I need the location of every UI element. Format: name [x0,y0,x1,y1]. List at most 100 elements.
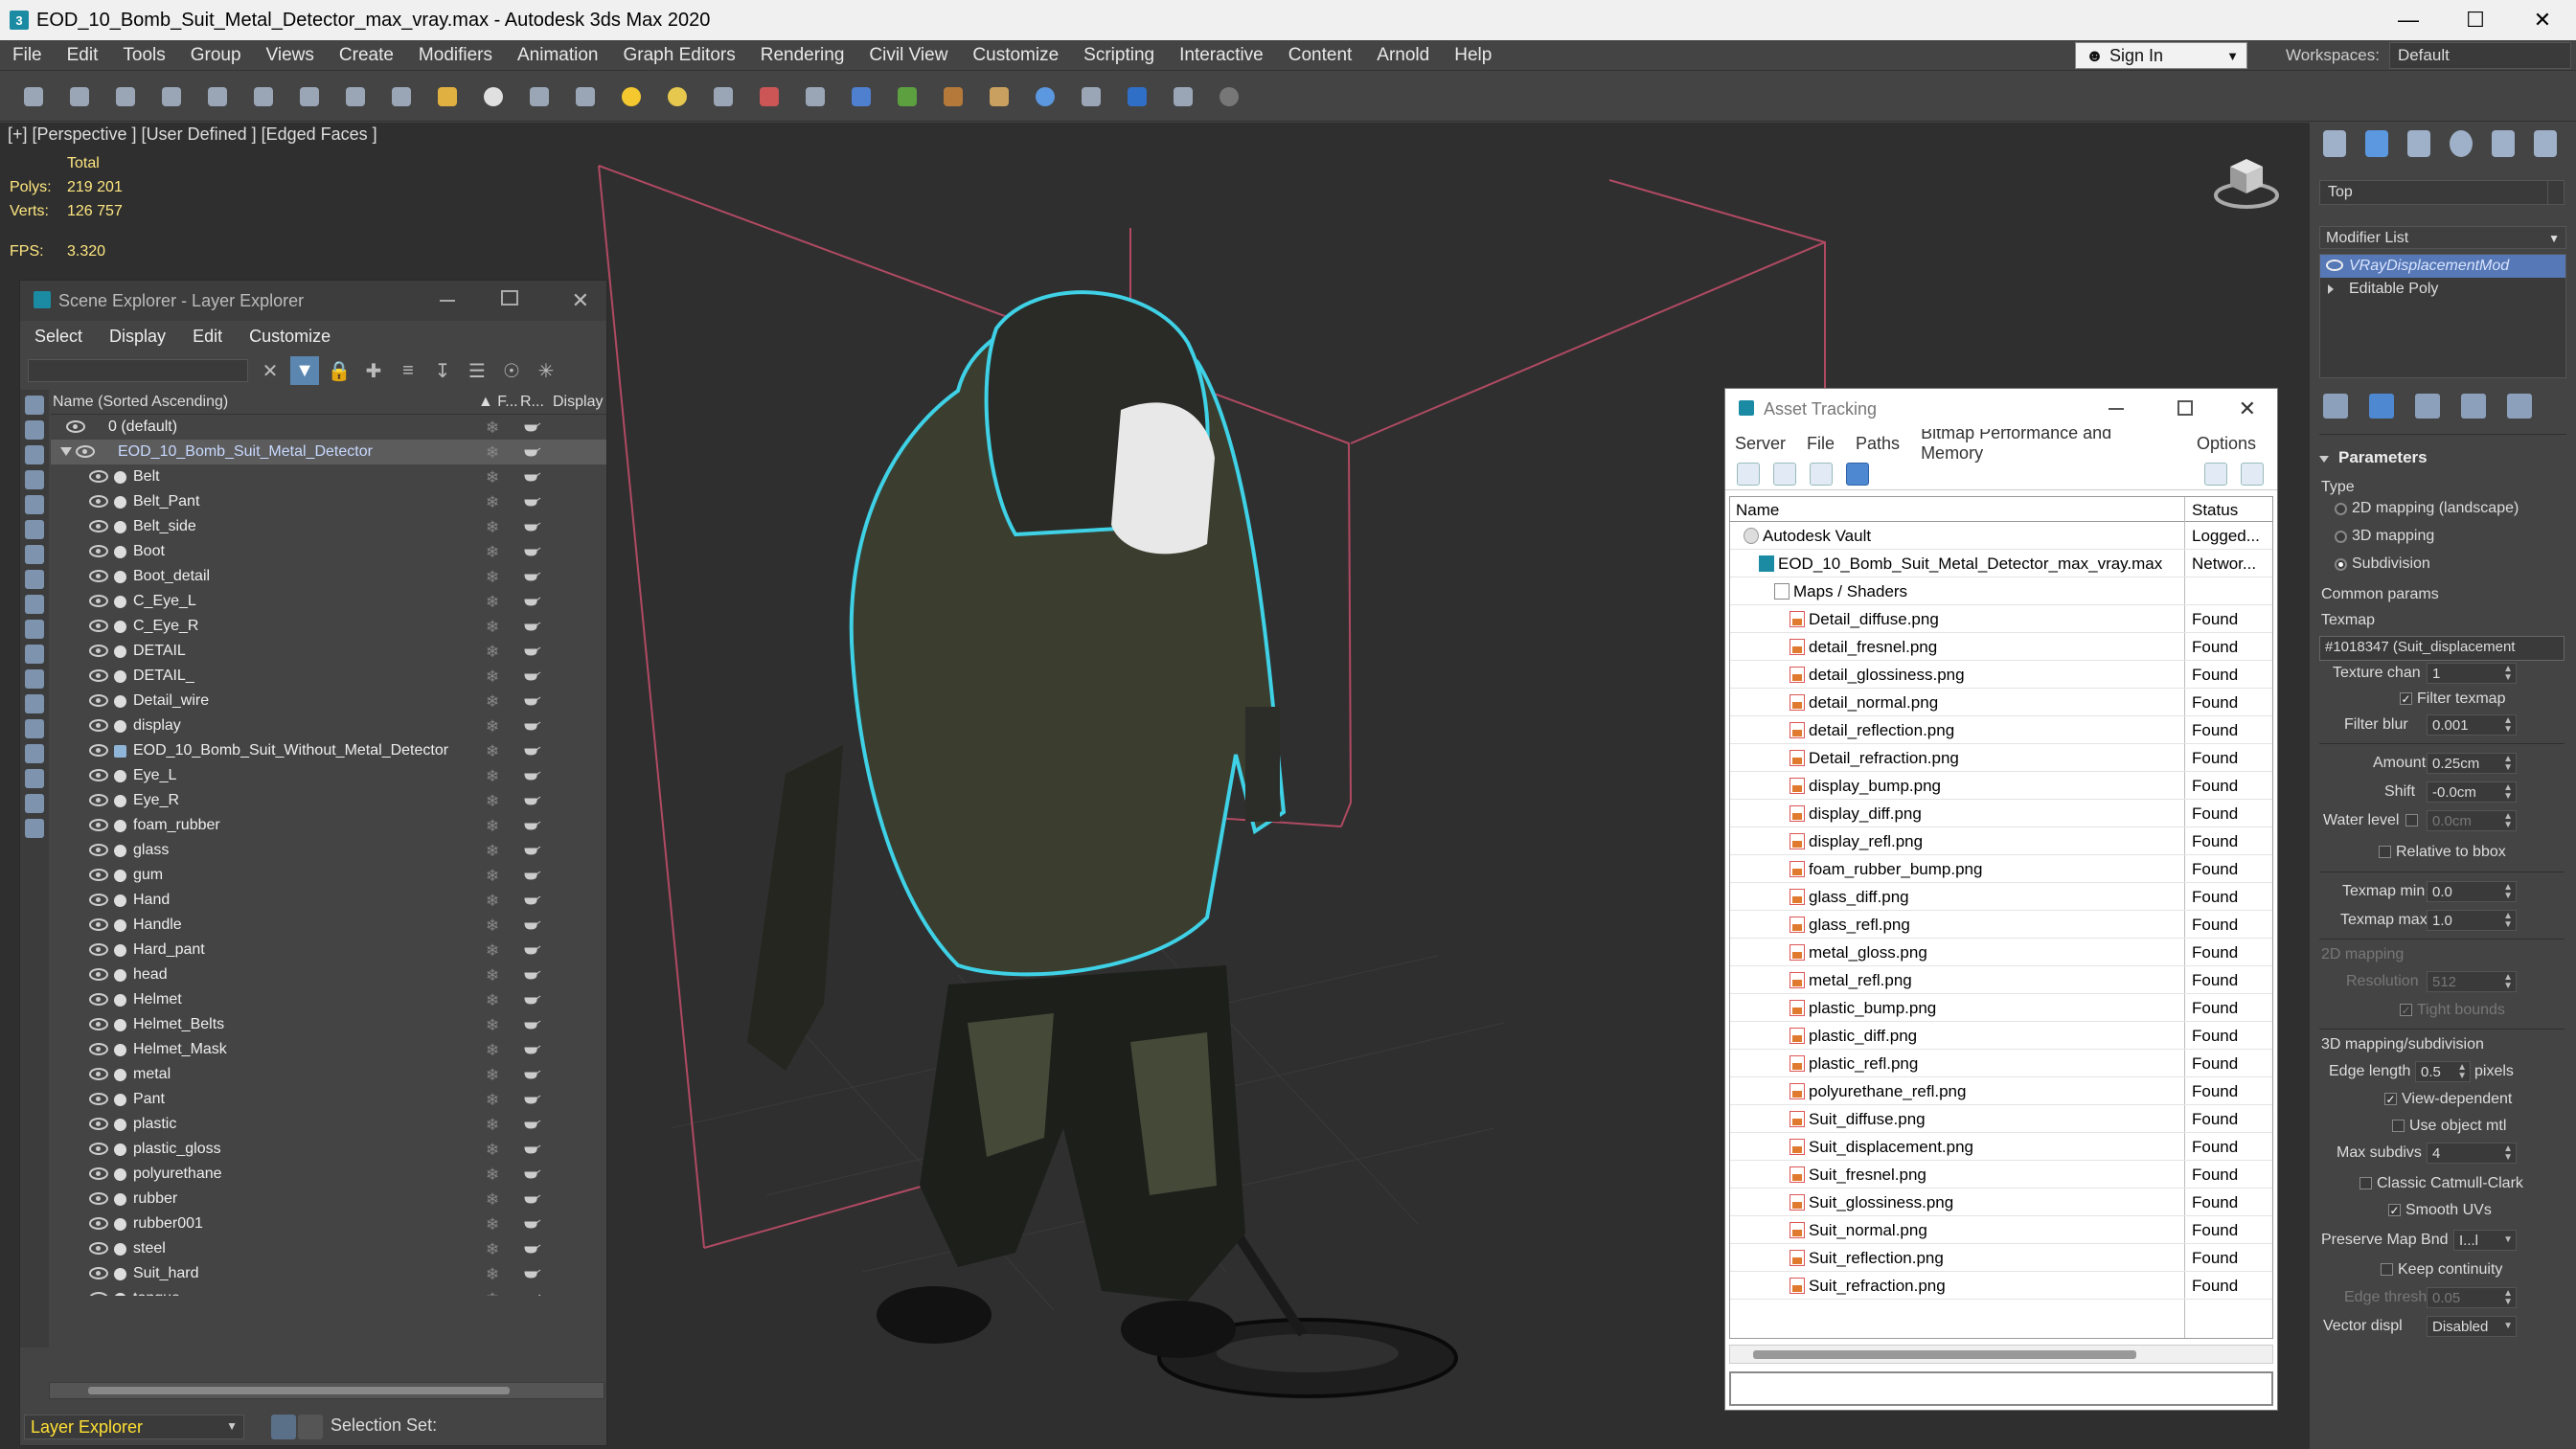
smooth-uvs-checkbox[interactable]: ✓ [2388,1204,2401,1216]
freeze-icon[interactable]: ❄ [486,1091,499,1110]
freeze-icon[interactable]: ❄ [486,593,499,612]
visibility-eye-icon[interactable] [89,1242,108,1255]
select-children-icon[interactable] [25,794,44,813]
layer-row[interactable]: Eye_R ❄ [51,788,606,813]
visibility-eye-icon[interactable] [89,869,108,881]
freeze-icon[interactable]: ❄ [486,767,499,786]
layer-row[interactable]: metal ❄ [51,1062,606,1087]
render-teapot-icon[interactable] [522,668,541,682]
render-teapot-icon[interactable] [522,743,541,757]
edge-length-spinner[interactable]: 0.5 ▲ ▼ [2415,1061,2471,1082]
water-level-checkbox[interactable] [2405,814,2418,826]
display-helpers-icon[interactable] [25,520,44,539]
tree-view-icon[interactable] [1810,462,1833,486]
snap-toggle-icon[interactable] [707,80,740,113]
menu-group[interactable]: Group [178,40,254,71]
use-object-mtl-checkbox[interactable] [2392,1120,2405,1132]
keep-continuity-checkbox[interactable] [2381,1263,2393,1276]
asset-path-field[interactable] [1729,1371,2273,1406]
freeze-icon[interactable]: ❄ [486,443,499,463]
menu-views[interactable]: Views [254,40,327,71]
render-teapot-icon[interactable] [522,644,541,657]
modify-tab-icon[interactable] [2365,130,2388,157]
column-name[interactable]: Name (Sorted Ascending) [53,394,228,411]
asset-row[interactable]: Detail_refraction.png Found [1730,744,2272,772]
asset-row[interactable]: Autodesk Vault Logged... [1730,522,2272,550]
menu-modifiers[interactable]: Modifiers [406,40,505,71]
visibility-eye-icon[interactable] [89,719,108,732]
horizontal-scrollbar[interactable] [49,1382,604,1399]
render-teapot-icon[interactable] [522,1291,541,1296]
create-layer-icon[interactable]: ✚ [359,356,388,385]
asset-row[interactable]: display_diff.png Found [1730,800,2272,827]
asset-menu-bitmap[interactable]: Bitmap Performance and Memory [1921,423,2176,464]
configure-modifier-sets-icon[interactable] [2507,394,2532,419]
menu-tools[interactable]: Tools [110,40,177,71]
asset-row[interactable]: detail_reflection.png Found [1730,716,2272,744]
preserve-map-bnd-dropdown[interactable]: I...l ▼ [2453,1230,2517,1251]
visibility-eye-icon[interactable] [89,520,108,532]
filter-icon[interactable]: ▼ [290,356,319,385]
relative-bbox-checkbox[interactable] [2379,846,2391,858]
asset-row[interactable]: Suit_fresnel.png Found [1730,1161,2272,1189]
visibility-eye-icon[interactable] [89,1267,108,1279]
refresh-icon[interactable] [1737,462,1760,486]
freeze-icon[interactable]: ❄ [486,1116,499,1135]
layer-row[interactable]: C_Eye_L ❄ [51,589,606,614]
asset-row[interactable]: metal_gloss.png Found [1730,939,2272,966]
freeze-icon[interactable]: ❄ [486,419,499,438]
asset-menu-options[interactable]: Options [2197,434,2256,454]
render-teapot-icon[interactable] [522,992,541,1006]
expand-triangle-icon[interactable] [60,447,72,456]
asset-row[interactable]: display_bump.png Found [1730,772,2272,800]
asset-row[interactable]: EOD_10_Bomb_Suit_Metal_Detector_max_vray… [1730,550,2272,577]
asset-row[interactable]: polyurethane_refl.png Found [1730,1077,2272,1105]
maximize-icon[interactable] [2177,400,2193,416]
parameters-rollout-title[interactable]: Parameters [2319,448,2566,475]
asset-row[interactable]: plastic_refl.png Found [1730,1050,2272,1077]
layer-row[interactable]: Boot_detail ❄ [51,564,606,589]
hierarchy-icon[interactable] [298,1415,323,1439]
viewport-label[interactable]: [+] [Perspective ] [User Defined ] [Edge… [8,125,377,145]
display-tab-icon[interactable] [2492,130,2515,157]
render-teapot-icon[interactable] [522,1166,541,1180]
visibility-eye-icon[interactable] [89,819,108,831]
layer-row[interactable]: plastic ❄ [51,1112,606,1137]
display-geometry-icon[interactable] [25,420,44,440]
visibility-eye-icon[interactable] [89,1043,108,1055]
layer-row[interactable]: DETAIL ❄ [51,639,606,664]
visibility-eye-icon[interactable] [89,769,108,781]
layer-row[interactable]: Hard_pant ❄ [51,938,606,962]
visibility-eye-icon[interactable] [89,993,108,1006]
close-icon[interactable]: ✕ [572,288,589,313]
mirror-icon[interactable] [937,80,969,113]
freeze-icon[interactable]: ❄ [486,717,499,736]
menu-graph-editors[interactable]: Graph Editors [611,40,748,71]
freeze-icon[interactable]: ❄ [486,917,499,936]
display-spacewarps-icon[interactable] [25,545,44,564]
help-icon[interactable] [1213,80,1245,113]
type-subdivision-radio[interactable] [2335,558,2347,571]
scene-explorer-header[interactable]: Scene Explorer - Layer Explorer ✕ [20,281,606,321]
layer-row[interactable]: C_Eye_R ❄ [51,614,606,639]
visibility-eye-icon[interactable] [89,894,108,906]
layer-row[interactable]: Suit_hard ❄ [51,1261,606,1286]
asset-row[interactable]: plastic_bump.png Found [1730,994,2272,1022]
menu-arnold[interactable]: Arnold [1364,40,1442,71]
render-teapot-icon[interactable] [522,544,541,557]
close-icon[interactable]: ✕ [2239,396,2256,421]
filter-texmap-checkbox[interactable]: ✓ [2400,692,2412,705]
freeze-icon[interactable]: ❄ [486,493,499,512]
asset-row[interactable]: plastic_diff.png Found [1730,1022,2272,1050]
maximize-icon[interactable] [501,290,518,306]
visibility-eye-icon[interactable] [89,495,108,508]
visibility-eye-icon[interactable] [89,669,108,682]
freeze-icon[interactable]: ❄ [486,1215,499,1234]
visibility-eye-icon[interactable] [89,470,108,483]
layer-row[interactable]: gum ❄ [51,863,606,888]
sign-in-dropdown[interactable]: ☻ Sign In ▼ [2075,42,2247,69]
column-name[interactable]: Name [1736,501,1779,520]
visibility-eye-icon[interactable] [89,918,108,931]
remove-modifier-icon[interactable] [2461,394,2486,419]
hierarchy-tab-icon[interactable] [2407,130,2430,157]
